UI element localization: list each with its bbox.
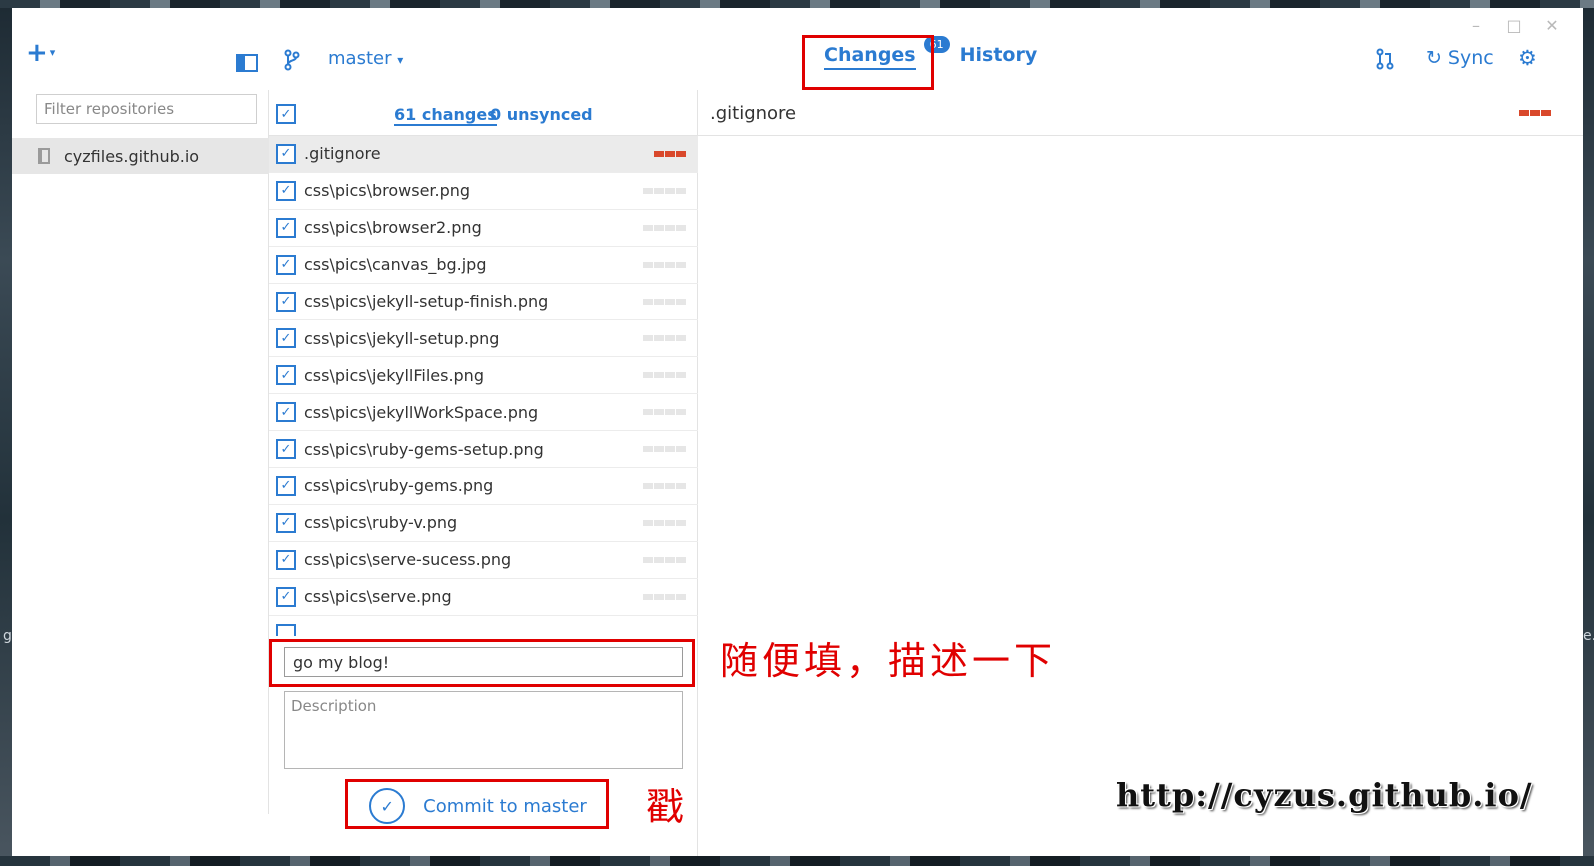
caret-down-icon: ▾ xyxy=(49,46,56,59)
file-row-partial[interactable] xyxy=(269,616,698,636)
diff-stat-bar xyxy=(643,593,686,600)
file-checkbox[interactable]: ✓ xyxy=(276,439,296,460)
desktop-background-top xyxy=(0,0,1594,8)
annotation-fill-note: 随便填，描述一下 xyxy=(720,639,1057,683)
file-name: css\pics\ruby-v.png xyxy=(304,513,458,533)
branch-icon[interactable] xyxy=(284,49,300,76)
annotation-poke-note: 戳 xyxy=(646,785,685,829)
close-button[interactable]: ✕ xyxy=(1543,16,1561,35)
file-checkbox[interactable]: ✓ xyxy=(276,328,296,349)
diff-stat-bar xyxy=(643,556,686,563)
sync-label: Sync xyxy=(1447,47,1494,69)
maximize-button[interactable]: □ xyxy=(1505,16,1523,35)
file-name: css\pics\jekyll-setup-finish.png xyxy=(304,292,549,311)
file-checkbox[interactable]: ✓ xyxy=(276,180,296,201)
add-repository-button[interactable]: + ▾ xyxy=(26,38,55,68)
background-edge-text-right: e. xyxy=(1583,628,1594,644)
diff-pane: .gitignore xyxy=(698,90,1583,856)
file-row[interactable]: ✓ css\pics\ruby-gems-setup.png xyxy=(269,431,698,469)
commit-description-input[interactable] xyxy=(284,691,683,769)
tab-history[interactable]: History xyxy=(960,44,1038,66)
file-checkbox[interactable]: ✓ xyxy=(276,365,296,386)
caret-down-icon: ▾ xyxy=(397,53,404,67)
file-checkbox[interactable]: ✓ xyxy=(276,402,296,423)
file-row[interactable]: ✓ css\pics\serve-sucess.png xyxy=(269,542,698,579)
file-name: css\pics\serve-sucess.png xyxy=(304,550,512,570)
changed-files-list: ✓ .gitignore ✓ css\pics\browser.png ✓ cs… xyxy=(269,136,698,636)
file-row[interactable]: ✓ css\pics\ruby-gems.png xyxy=(269,468,698,505)
gear-icon[interactable]: ⚙ xyxy=(1518,46,1537,70)
branch-selector[interactable]: master ▾ xyxy=(328,48,403,69)
window-controls: – □ ✕ xyxy=(1467,16,1561,35)
filter-repositories-input[interactable] xyxy=(36,94,257,124)
file-checkbox[interactable]: ✓ xyxy=(276,254,296,275)
pull-request-icon[interactable] xyxy=(1376,48,1394,75)
file-checkbox[interactable]: ✓ xyxy=(276,586,296,607)
branch-name: master xyxy=(328,48,392,69)
repository-item[interactable]: cyzfiles.github.io xyxy=(12,138,269,174)
file-row[interactable]: ✓ css\pics\canvas_bg.jpg xyxy=(269,247,698,284)
file-checkbox[interactable]: ✓ xyxy=(276,549,296,570)
file-name: css\pics\ruby-gems-setup.png xyxy=(304,439,544,459)
plus-icon: + xyxy=(26,38,48,68)
file-checkbox[interactable]: ✓ xyxy=(276,143,296,164)
desktop-background-bottom xyxy=(0,856,1594,866)
file-name: css\pics\jekyll-setup.png xyxy=(304,328,500,348)
repo-icon xyxy=(38,148,50,164)
file-checkbox[interactable]: ✓ xyxy=(276,291,296,312)
file-row[interactable]: ✓ .gitignore xyxy=(269,136,698,173)
file-name: css\pics\serve.png xyxy=(304,587,452,607)
diff-stat-bar xyxy=(1519,109,1551,116)
diff-stat-bar xyxy=(643,224,686,231)
diff-stat-bar xyxy=(643,261,686,268)
file-name: css\pics\jekyllWorkSpace.png xyxy=(304,402,539,422)
sync-icon: ↻ xyxy=(1426,47,1442,69)
background-edge-text-left: g xyxy=(3,628,12,644)
diff-stat-bar xyxy=(643,446,686,453)
file-row[interactable]: ✓ css\pics\jekyll-setup-finish.png xyxy=(269,284,698,321)
diff-file-title: .gitignore xyxy=(710,103,797,124)
file-checkbox[interactable]: ✓ xyxy=(276,217,296,238)
changes-pane: ✓ 61 changes 0 unsynced ✓ .gitignore ✓ c… xyxy=(269,90,698,856)
toggle-sidebar-icon[interactable] xyxy=(236,54,258,72)
file-row[interactable]: ✓ css\pics\ruby-v.png xyxy=(269,505,698,542)
file-row[interactable]: ✓ css\pics\browser.png xyxy=(269,173,698,210)
select-all-checkbox[interactable]: ✓ xyxy=(276,104,296,124)
repository-name: cyzfiles.github.io xyxy=(64,146,200,166)
minimize-button[interactable]: – xyxy=(1467,16,1485,35)
diff-stat-bar xyxy=(643,409,686,416)
highlight-box-commit xyxy=(345,779,609,829)
diff-stat-bar xyxy=(643,298,686,305)
file-checkbox[interactable] xyxy=(276,623,296,636)
file-checkbox[interactable]: ✓ xyxy=(276,475,296,496)
changes-toolbar: ✓ 61 changes 0 unsynced xyxy=(269,90,697,136)
sync-button[interactable]: ↻ Sync xyxy=(1426,47,1494,69)
diff-stat-bar xyxy=(643,335,686,342)
commit-summary-input[interactable] xyxy=(284,647,683,677)
diff-stat-bar xyxy=(643,519,686,526)
changes-count-link[interactable]: 61 changes xyxy=(394,105,497,126)
background-edge-patch xyxy=(1555,564,1567,606)
file-name: css\pics\browser2.png xyxy=(304,218,482,238)
file-name: css\pics\ruby-gems.png xyxy=(304,476,494,496)
watermark-url: http://cyzus.github.io/ xyxy=(1116,776,1533,814)
diff-stat-bar xyxy=(654,150,686,157)
file-checkbox[interactable]: ✓ xyxy=(276,512,296,533)
repository-sidebar: cyzfiles.github.io xyxy=(12,90,269,814)
file-name: .gitignore xyxy=(304,144,381,164)
file-row[interactable]: ✓ css\pics\browser2.png xyxy=(269,210,698,247)
file-row[interactable]: ✓ css\pics\jekyllFiles.png xyxy=(269,357,698,395)
diff-stat-bar xyxy=(643,372,686,379)
file-row[interactable]: ✓ css\pics\serve.png xyxy=(269,579,698,616)
diff-stat-bar xyxy=(643,482,686,489)
diff-header: .gitignore xyxy=(698,90,1583,136)
highlight-box-tabs xyxy=(802,35,934,90)
file-row[interactable]: ✓ css\pics\jekyllWorkSpace.png xyxy=(269,394,698,432)
file-name: css\pics\browser.png xyxy=(304,181,471,201)
diff-stat-bar xyxy=(643,187,686,194)
file-name: css\pics\jekyllFiles.png xyxy=(304,365,484,385)
file-name: css\pics\canvas_bg.jpg xyxy=(304,255,487,275)
unsynced-link[interactable]: 0 unsynced xyxy=(490,105,593,124)
file-row[interactable]: ✓ css\pics\jekyll-setup.png xyxy=(269,320,698,358)
